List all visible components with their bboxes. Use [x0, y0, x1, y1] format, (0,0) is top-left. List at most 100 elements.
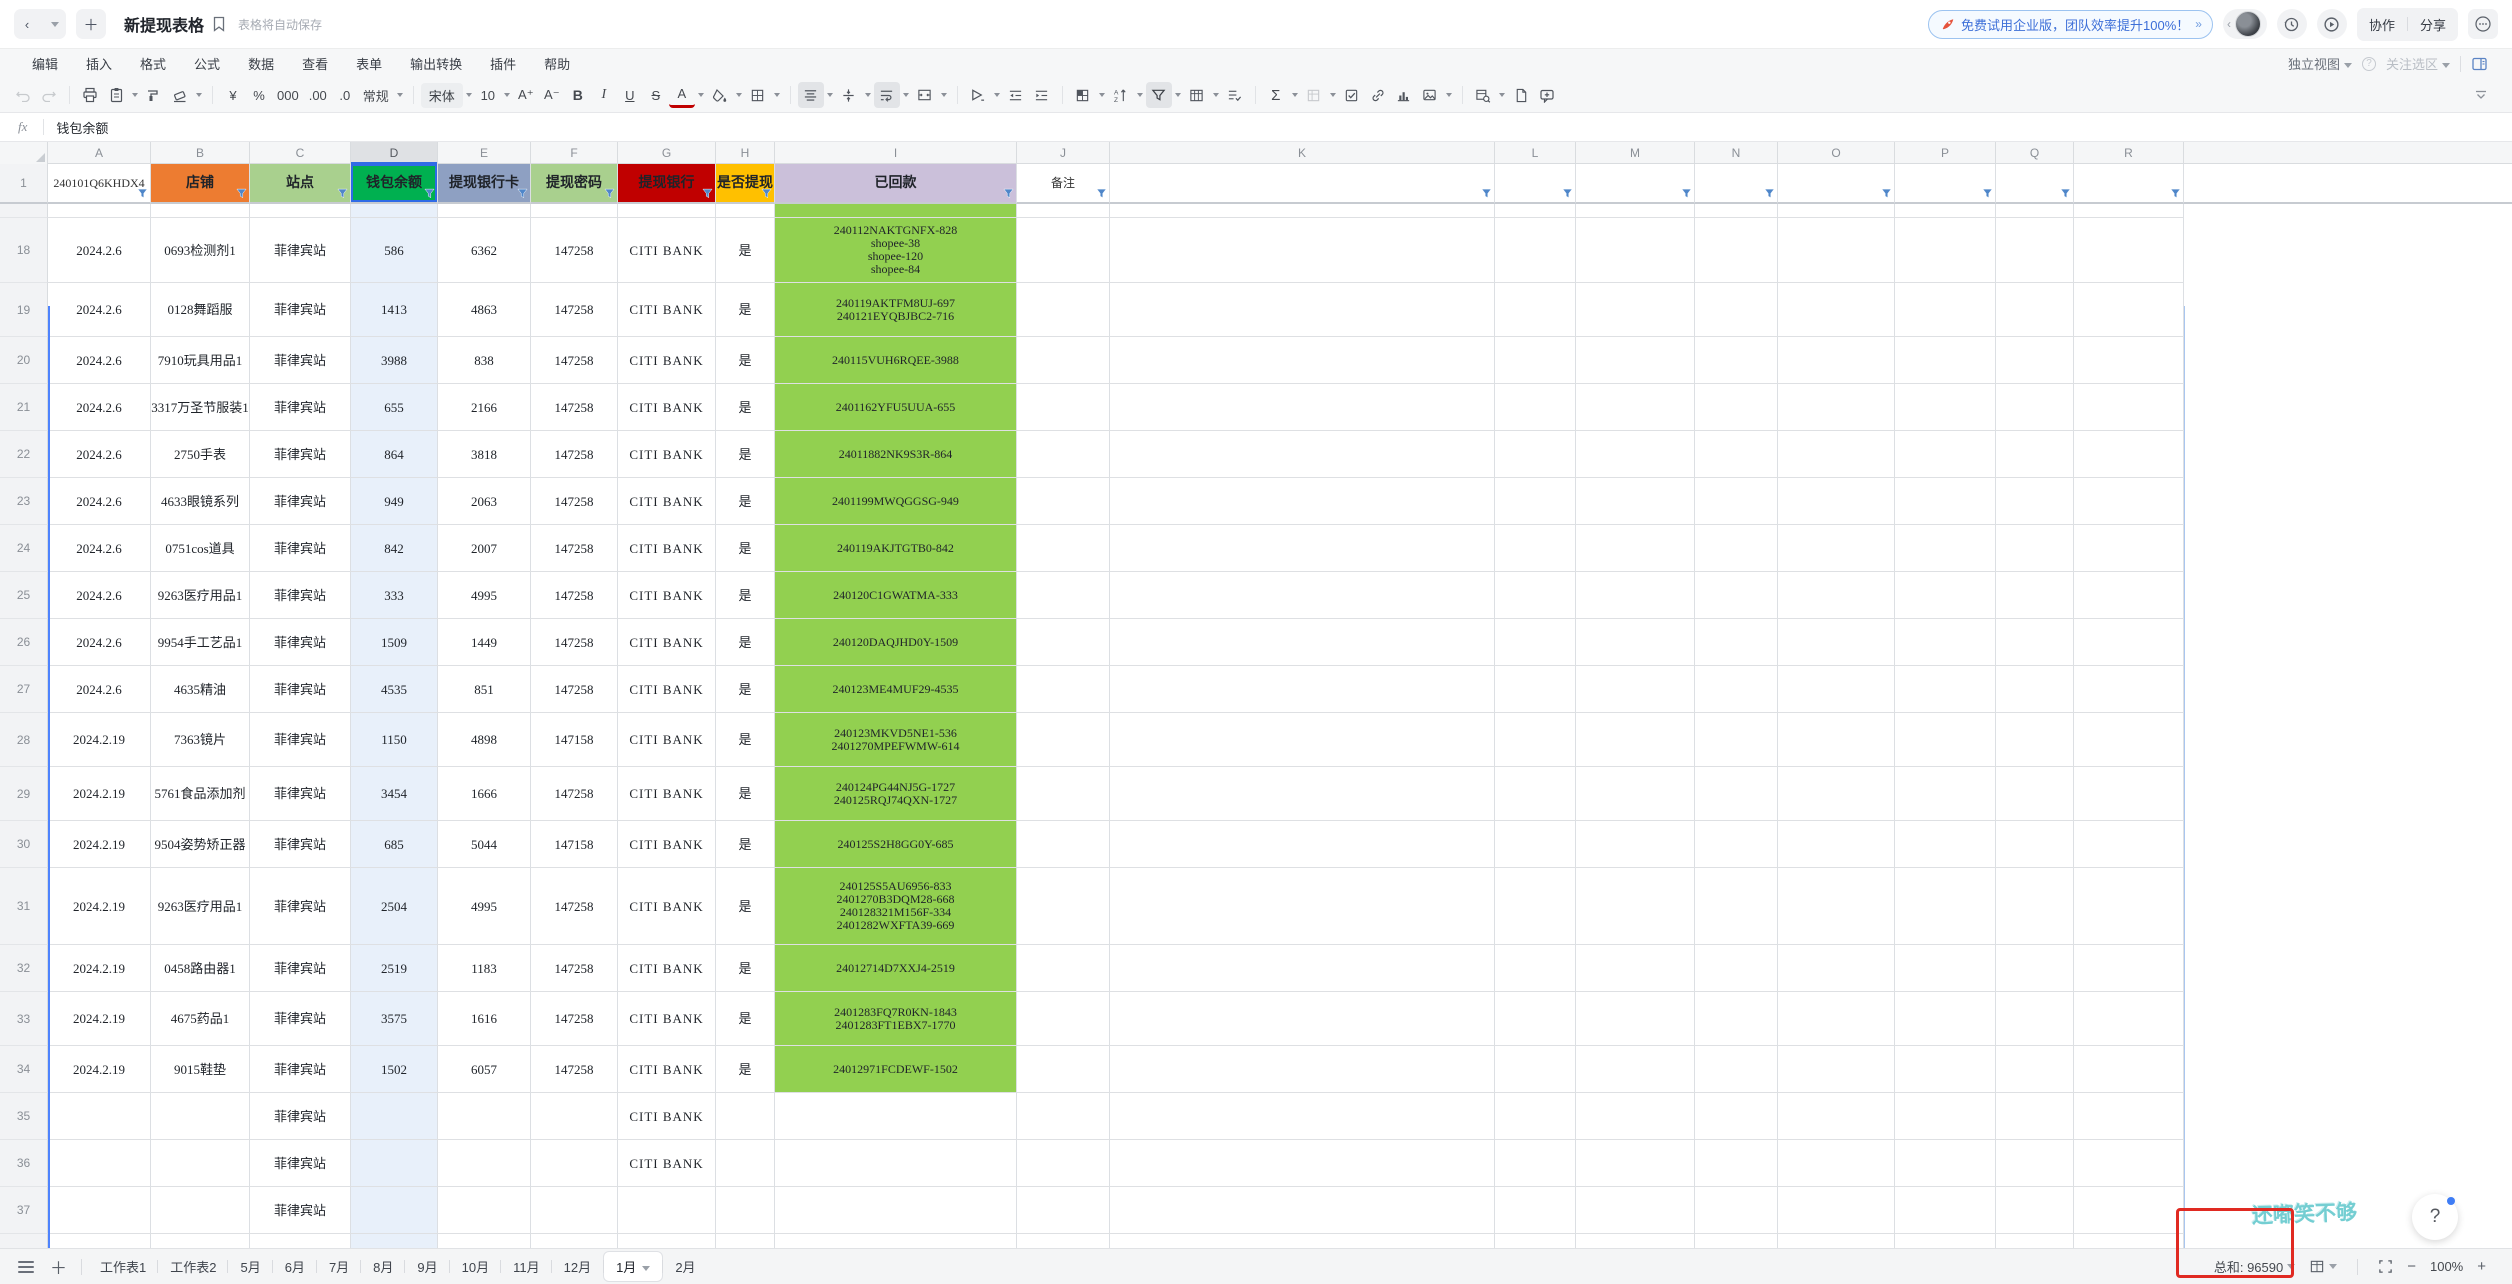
- cell-F30[interactable]: 147158: [531, 821, 618, 868]
- filter-icon[interactable]: [1982, 188, 1993, 199]
- cell-L21[interactable]: [1495, 384, 1576, 431]
- cell-C22[interactable]: 菲律宾站: [250, 431, 351, 478]
- cell-J31[interactable]: [1017, 868, 1110, 945]
- font-family-select[interactable]: 宋体: [421, 83, 463, 108]
- cell-M25[interactable]: [1576, 572, 1695, 619]
- cell-I1[interactable]: 已回款: [775, 164, 1017, 204]
- sum-aggregate-control[interactable]: 总和: 96590: [2214, 1257, 2295, 1276]
- cell-K35[interactable]: [1110, 1093, 1495, 1140]
- cell-J22[interactable]: [1017, 431, 1110, 478]
- back-dropdown-button[interactable]: [40, 9, 66, 39]
- cell-N22[interactable]: [1695, 431, 1778, 478]
- cell-G38[interactable]: [618, 1234, 716, 1248]
- row-number-28[interactable]: 28: [0, 713, 48, 767]
- cell-Q34[interactable]: [1996, 1046, 2074, 1093]
- cell-G35[interactable]: CITI BANK: [618, 1093, 716, 1140]
- cell-M29[interactable]: [1576, 767, 1695, 821]
- cell-K36[interactable]: [1110, 1140, 1495, 1187]
- cell-R23[interactable]: [2074, 478, 2184, 525]
- cell-C28[interactable]: 菲律宾站: [250, 713, 351, 767]
- cell-I35[interactable]: [775, 1093, 1017, 1140]
- decimal-decrease-button[interactable]: .0: [332, 82, 358, 108]
- cell-K30[interactable]: [1110, 821, 1495, 868]
- cell-L23[interactable]: [1495, 478, 1576, 525]
- chevron-down-icon[interactable]: [994, 93, 1000, 97]
- cell-B1[interactable]: 店铺: [151, 164, 250, 204]
- cell-P1[interactable]: [1895, 164, 1996, 204]
- cell-J27[interactable]: [1017, 666, 1110, 713]
- cell-K21[interactable]: [1110, 384, 1495, 431]
- row-number-21[interactable]: 21: [0, 384, 48, 431]
- cell-R18[interactable]: [2074, 218, 2184, 283]
- cell-R34[interactable]: [2074, 1046, 2184, 1093]
- cell-O23[interactable]: [1778, 478, 1895, 525]
- cell-Q37[interactable]: [1996, 1187, 2074, 1234]
- cell-M32[interactable]: [1576, 945, 1695, 992]
- cell-H30[interactable]: 是: [716, 821, 775, 868]
- cell-J28[interactable]: [1017, 713, 1110, 767]
- text-wrap-button[interactable]: [874, 82, 900, 108]
- filter-icon[interactable]: [1562, 188, 1573, 199]
- cell-M23[interactable]: [1576, 478, 1695, 525]
- indent-increase-button[interactable]: [1029, 82, 1055, 108]
- cell-A32[interactable]: 2024.2.19: [48, 945, 151, 992]
- column-header-Q[interactable]: Q: [1996, 142, 2074, 164]
- filter-icon-wrap[interactable]: [761, 188, 772, 199]
- independent-view-control[interactable]: 独立视图: [2288, 54, 2352, 73]
- cell-E21[interactable]: 2166: [438, 384, 531, 431]
- cell-E26[interactable]: 1449: [438, 619, 531, 666]
- cell-E32[interactable]: 1183: [438, 945, 531, 992]
- cell-Q26[interactable]: [1996, 619, 2074, 666]
- cell-G20[interactable]: CITI BANK: [618, 337, 716, 384]
- cell-I37[interactable]: [775, 1187, 1017, 1234]
- cell-K27[interactable]: [1110, 666, 1495, 713]
- cell-D18[interactable]: 586: [351, 218, 438, 283]
- cell-Q35[interactable]: [1996, 1093, 2074, 1140]
- cell-O21[interactable]: [1778, 384, 1895, 431]
- cell-C37[interactable]: 菲律宾站: [250, 1187, 351, 1234]
- cell-C20[interactable]: 菲律宾站: [250, 337, 351, 384]
- cell-A34[interactable]: 2024.2.19: [48, 1046, 151, 1093]
- cell-M20[interactable]: [1576, 337, 1695, 384]
- cell-D24[interactable]: 842: [351, 525, 438, 572]
- collaborate-button[interactable]: 协作: [2357, 8, 2407, 41]
- cell-Q21[interactable]: [1996, 384, 2074, 431]
- sheet-tab-11月[interactable]: 11月: [501, 1252, 552, 1281]
- cell-D38[interactable]: [351, 1234, 438, 1248]
- cell-L1[interactable]: [1495, 164, 1576, 204]
- cell-G34[interactable]: CITI BANK: [618, 1046, 716, 1093]
- cell-O38[interactable]: [1778, 1234, 1895, 1248]
- cell-H18[interactable]: 是: [716, 218, 775, 283]
- filter-icon[interactable]: [1003, 188, 1014, 199]
- column-header-H[interactable]: H: [716, 142, 775, 164]
- row-number-27[interactable]: 27: [0, 666, 48, 713]
- zoom-level[interactable]: 100%: [2430, 1259, 2463, 1274]
- cell-F31[interactable]: 147258: [531, 868, 618, 945]
- cell-B35[interactable]: [151, 1093, 250, 1140]
- cell-N38[interactable]: [1695, 1234, 1778, 1248]
- cell-R20[interactable]: [2074, 337, 2184, 384]
- cell-B38[interactable]: [151, 1234, 250, 1248]
- cell-M28[interactable]: [1576, 713, 1695, 767]
- column-header-L[interactable]: L: [1495, 142, 1576, 164]
- cell-K18[interactable]: [1110, 218, 1495, 283]
- enterprise-trial-banner[interactable]: 免费试用企业版，团队效率提升100%！ »: [1928, 10, 2213, 39]
- row-number-36[interactable]: 36: [0, 1140, 48, 1187]
- cell-R29[interactable]: [2074, 767, 2184, 821]
- cell-J34[interactable]: [1017, 1046, 1110, 1093]
- follow-selection-control[interactable]: 关注选区: [2386, 54, 2450, 73]
- filter-icon[interactable]: [604, 188, 615, 199]
- cell-L37[interactable]: [1495, 1187, 1576, 1234]
- cell-Q25[interactable]: [1996, 572, 2074, 619]
- cell-E34[interactable]: 6057: [438, 1046, 531, 1093]
- filter-icon-wrap[interactable]: [1681, 188, 1692, 199]
- cell-C26[interactable]: 菲律宾站: [250, 619, 351, 666]
- menu-item-插件[interactable]: 插件: [476, 54, 530, 73]
- bookmark-icon[interactable]: [212, 16, 226, 32]
- cell-M18[interactable]: [1576, 218, 1695, 283]
- cell-O32[interactable]: [1778, 945, 1895, 992]
- column-header-A[interactable]: A: [48, 142, 151, 164]
- cell-B19[interactable]: 0128舞蹈服: [151, 283, 250, 337]
- row-number-20[interactable]: 20: [0, 337, 48, 384]
- cell-L27[interactable]: [1495, 666, 1576, 713]
